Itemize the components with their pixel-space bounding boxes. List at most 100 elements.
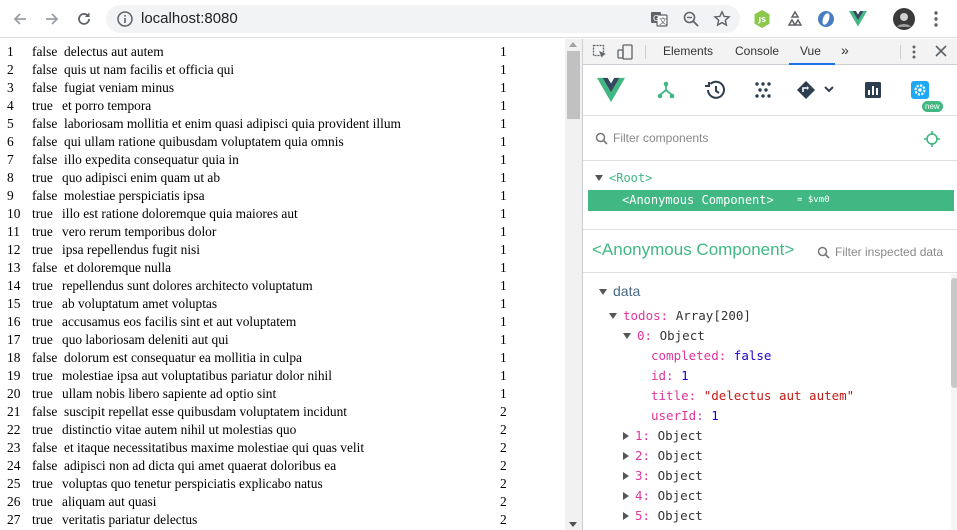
todo-completed: true: [32, 206, 53, 221]
todo-title: quis ut nam facilis et officia qui: [64, 62, 235, 77]
star-icon[interactable]: [713, 10, 731, 28]
routing-icon[interactable]: [795, 76, 841, 104]
todo-completed: true: [32, 224, 53, 239]
timeline-icon[interactable]: [700, 76, 728, 104]
scrollbar-thumb[interactable]: [567, 51, 580, 119]
tab-console[interactable]: Console: [735, 44, 779, 58]
array-item[interactable]: 2: Object: [623, 448, 703, 463]
expand-arrow-icon[interactable]: [595, 175, 603, 181]
todo-id: 17: [7, 332, 21, 347]
todo-id: 6: [7, 134, 14, 149]
devtools-menu-icon[interactable]: [912, 45, 916, 62]
todo-completed: true: [32, 422, 53, 437]
filter-components-field[interactable]: Filter components: [583, 117, 957, 161]
inspect-element-icon[interactable]: [592, 44, 608, 63]
todo-user-id: 1: [500, 206, 507, 221]
recycle-extension-icon[interactable]: [785, 9, 805, 29]
forward-arrow-icon[interactable]: [40, 7, 64, 31]
todo-user-id: 1: [500, 188, 507, 203]
todo-completed: false: [32, 152, 58, 167]
todo-title: quo laboriosam deleniti aut qui: [62, 332, 229, 347]
expand-arrow-icon[interactable]: [623, 333, 631, 339]
expand-arrow-icon[interactable]: [599, 289, 607, 295]
todo-title: molestiae perspiciatis ipsa: [64, 188, 205, 203]
object-field[interactable]: completed: false: [651, 348, 771, 363]
todo-user-id: 2: [500, 422, 507, 437]
address-bar[interactable]: localhost:8080 G文: [106, 5, 740, 33]
more-tabs-button[interactable]: »: [841, 42, 849, 58]
tree-item-root[interactable]: <Root>: [595, 171, 652, 185]
tree-item-selected[interactable]: <Anonymous Component> = $vm0: [588, 190, 954, 211]
object-field[interactable]: title: "delectus aut autem": [651, 388, 854, 403]
todos-property[interactable]: todos: Array[200]: [609, 308, 751, 323]
object-field[interactable]: userId: 1: [651, 408, 719, 423]
data-section-toggle[interactable]: data: [599, 283, 640, 299]
property-key: todos:: [623, 308, 669, 323]
todo-user-id: 2: [500, 404, 507, 419]
array-item[interactable]: 3: Object: [623, 468, 703, 483]
filter-components-placeholder[interactable]: Filter components: [613, 131, 708, 145]
scroll-up-arrow-icon[interactable]: [569, 42, 577, 47]
performance-icon[interactable]: [859, 76, 887, 104]
property-value: false: [733, 348, 772, 363]
settings-icon[interactable]: [906, 76, 934, 104]
array-item[interactable]: 4: Object: [623, 488, 703, 503]
tab-elements[interactable]: Elements: [663, 44, 713, 58]
todo-completed: true: [32, 368, 53, 383]
filter-inspected-data-field[interactable]: Filter inspected data: [835, 245, 943, 259]
list-item: 6 false qui ullam ratione quibusdam volupt…: [0, 134, 565, 152]
select-component-target-icon[interactable]: [924, 131, 940, 150]
array-item[interactable]: 1: Object: [623, 428, 703, 443]
todo-title: dolorum est consequatur ea mollitia in c…: [64, 350, 302, 365]
list-item: 24 false adipisci non ad dicta qui amet qu…: [0, 458, 565, 476]
object-field[interactable]: id: 1: [651, 368, 689, 383]
tab-divider: [900, 45, 901, 59]
todo-completed: false: [32, 80, 58, 95]
back-arrow-icon[interactable]: [8, 7, 32, 31]
property-key: 3:: [635, 468, 651, 483]
todo-id: 26: [7, 494, 21, 509]
todo-completed: true: [32, 296, 53, 311]
todo-completed: false: [32, 44, 58, 59]
property-value: Array[200]: [675, 308, 751, 323]
todo-completed: false: [32, 458, 58, 473]
scrollbar-thumb[interactable]: [951, 278, 957, 388]
kebab-menu-icon[interactable]: [926, 9, 946, 29]
tab-vue[interactable]: Vue: [800, 44, 821, 58]
collapse-arrow-icon[interactable]: [623, 452, 629, 460]
scroll-down-arrow-icon[interactable]: [569, 522, 577, 527]
translate-icon[interactable]: G文: [650, 10, 668, 28]
components-icon[interactable]: [652, 76, 680, 104]
todo-id: 22: [7, 422, 21, 437]
zoom-icon[interactable]: [682, 10, 700, 28]
property-value: Object: [659, 328, 705, 343]
array-item[interactable]: 5: Object: [623, 508, 703, 523]
list-item: 21 false suscipit repellat esse quibusdam …: [0, 404, 565, 422]
selected-component-name: <Anonymous Component>: [622, 193, 774, 207]
todo-title: ullam nobis libero sapiente ad optio sin…: [62, 386, 277, 401]
profile-avatar[interactable]: [893, 8, 915, 30]
collapse-arrow-icon[interactable]: [623, 472, 629, 480]
list-item: 20 true ullam nobis libero sapiente ad opt…: [0, 386, 565, 404]
device-toolbar-icon[interactable]: [617, 44, 635, 63]
todo-id: 9: [7, 188, 14, 203]
reload-icon[interactable]: [72, 7, 96, 31]
vue-extension-icon[interactable]: [848, 9, 868, 29]
todo-completed: true: [32, 512, 53, 527]
collapse-arrow-icon[interactable]: [623, 492, 629, 500]
info-icon[interactable]: [116, 10, 134, 28]
list-item: 12 true ipsa repellendus fugit nisi 1: [0, 242, 565, 260]
collapse-arrow-icon[interactable]: [623, 512, 629, 520]
todo-user-id: 2: [500, 512, 507, 527]
expand-arrow-icon[interactable]: [609, 313, 617, 319]
url-text[interactable]: localhost:8080: [141, 10, 238, 27]
vuex-icon[interactable]: [749, 76, 777, 104]
todo-title: suscipit repellat esse quibusdam volupta…: [64, 404, 348, 419]
close-icon[interactable]: [935, 45, 947, 60]
nodejs-extension-icon[interactable]: JS: [752, 9, 772, 29]
blue-extension-icon[interactable]: [816, 9, 836, 29]
array-item-0[interactable]: 0: Object: [623, 328, 705, 343]
collapse-arrow-icon[interactable]: [623, 432, 629, 440]
inspector-scrollbar[interactable]: [951, 274, 957, 530]
page-scrollbar[interactable]: [565, 39, 582, 530]
